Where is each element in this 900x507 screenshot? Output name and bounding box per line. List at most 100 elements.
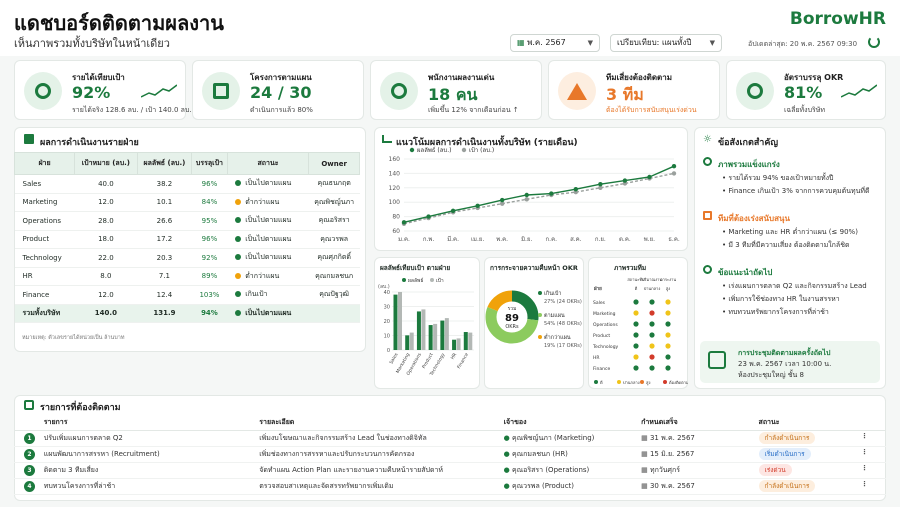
user-icon: ● [503,465,512,474]
more-options-icon[interactable]: ⋮ [861,464,868,472]
legend-value: 54% (48 OKRs) [544,321,582,327]
status-badge[interactable]: กำลังดำเนินการ [758,480,816,492]
status-dot [235,309,242,316]
actual-cell: 26.6 [137,211,192,231]
total-actual: 131.9 [137,304,192,323]
calendar-icon [708,351,726,369]
column-subheader: ปานกลาง [644,286,661,291]
kpi-card: พนักงานผลงานเด่น 18 คน เพิ่มขึ้น 12% จากเด… [370,60,542,120]
clipboard-icon [202,72,240,110]
insight-heading: ภาพรวมแข็งแกร่ง [718,160,780,169]
okr-donut-chart: รวม89OKRs เกินเป้า 27% (24 OKRs) ตามแผน 54% … [485,290,582,349]
column-header: บรรลุเป้า [191,152,228,175]
data-point [499,197,505,203]
task-row[interactable]: 2 แผนพัฒนาการสรรหา (Recruitment) เพิ่มช่อง… [14,446,886,463]
section-title: ผลการดำเนินงานรายฝ่าย [40,138,139,148]
bar [398,292,402,350]
meeting-where: ห้องประชุมใหญ่ ชั้น 8 [738,371,805,379]
column-subheader: สูง [666,286,670,292]
task-due: ทุกวันศุกร์ [649,465,680,474]
task-owner: คุณพิชญ์นภา (Marketing) [512,433,595,442]
status-badge[interactable]: เร่งด่วน [758,464,792,476]
chevron-down-icon: ▼ [587,39,593,47]
bar [440,320,445,350]
task-due: 30 พ.ค. 2567 [649,481,695,490]
row-label: Finance [593,366,610,372]
table-row: Sales 40.0 38.2 96% เป็นไปตามแผน คุณธนกฤต [14,174,360,194]
status-badge[interactable]: เริ่มดำเนินการ [758,448,811,460]
y-tick-label: 20 [384,319,390,325]
compare-select[interactable]: เปรียบเทียบ: แผนทั้งปี ▼ [610,34,722,52]
row-label: Sales [593,300,606,306]
status-dot [235,198,242,205]
dept-name: Product [14,230,75,249]
more-options-icon[interactable]: ⋮ [861,448,868,456]
follow-up-title: รายการที่ต้องติดตาม [40,403,121,413]
heat-cell [633,343,639,349]
pct-cell: 96% [191,230,228,249]
heat-cell [633,299,639,305]
column-header: รายการ [43,415,260,431]
chevron-down-icon: ▼ [709,39,715,47]
x-tick-label: เม.ย. [471,236,484,243]
y-tick-label: 160 [389,156,401,163]
refresh-icon[interactable] [868,36,880,48]
heat-cell [665,365,671,371]
target-icon [24,72,62,110]
task-status-cell: เริ่มดำเนินการ ⋮ [758,446,886,463]
donut-center-unit: OKRs [505,324,519,330]
pct-cell: 96% [191,174,228,194]
task-due-cell: ▦ 30 พ.ค. 2567 [641,478,759,495]
task-row[interactable]: 4 ทบทวนโครงการที่ล่าช้า ตรวจสอบสาเหตุและจั… [14,478,886,495]
more-options-icon[interactable]: ⋮ [861,480,868,488]
table-row: Finance 12.0 12.4 103% เกินเป้า คุณปัฐวุฒิ [14,285,360,305]
y-tick-label: 40 [384,290,390,296]
actual-cell: 17.2 [137,230,192,249]
status-label: ต่ำกว่าแผน [245,271,280,280]
task-row[interactable]: 3 ติดตาม 3 ทีมเสี่ยง จัดทำแผน Action Plan … [14,462,886,479]
more-options-icon[interactable]: ⋮ [861,432,868,440]
pct-cell: 95% [191,211,228,231]
status-cell: ต่ำกว่าแผน [227,267,309,286]
y-tick-label: 140 [389,170,401,177]
legend-marker [538,313,542,317]
user-icon: ● [503,481,512,490]
total-owner [308,304,360,323]
task-due-cell: ▦ ทุกวันศุกร์ [641,462,759,479]
task-number-cell: 1 [14,430,44,447]
table-row: Technology 22.0 20.3 92% เป็นไปตามแผน คุณศุภก… [14,248,360,268]
x-tick-label: พ.ค. [496,236,508,243]
trend-line-chart: 60 80 100 120 140 160 ม.ค. ก.พ. มี.ค. เม.ย. พ.ค. มิ… [389,146,680,243]
status-cell: เป็นไปตามแผน [227,230,309,249]
kpi-subtext: เพิ่มขึ้น 12% จากเดือนก่อน ↑ [428,106,519,114]
y-tick-label: 120 [389,185,401,192]
kpi-card: รายได้เทียบเป้า 92% รายได้จริง 128.6 ลบ. /… [14,60,192,120]
status-cell: เป็นไปตามแผน [227,248,309,268]
task-number: 2 [24,448,35,460]
task-row[interactable]: 1 ปรับเพิ่มแผนการตลาด Q2 เพิ่มงบโฆษณาและกิ… [14,430,886,447]
bar [456,338,461,350]
sparkline-line [141,84,177,98]
table-row: Product 18.0 17.2 96% เป็นไปตามแผน คุณวรพล [14,230,360,249]
calendar-icon: ▦ [641,481,650,490]
x-tick-label: ก.พ. [423,236,434,243]
heat-cell [633,365,639,371]
dept-name: Finance [14,285,75,305]
legend-label: ผลลัพธ์ (ลบ.) [417,146,451,154]
insight-bullet: • ทบทวนทรัพยากรโครงการที่ล่าช้า [722,307,829,318]
period-select[interactable]: ▦ พ.ค. 2567 ▼ [510,34,600,52]
legend-label: ต้องติดตาม [669,380,688,385]
kpi-value: 24 / 30 [250,83,312,102]
insight-heading: ทีมที่ต้องเร่งสนับสนุน [718,214,790,223]
heat-cell [649,343,655,349]
status-cell: เกินเป้า [227,285,309,305]
okr-chart-title: การกระจายความคืบหน้า OKR [490,264,578,272]
status-badge[interactable]: กำลังดำเนินการ [758,432,816,444]
task-due-cell: ▦ 31 พ.ค. 2567 [641,430,759,447]
owner-cell: คุณธนกฤต [308,174,360,194]
column-header: กำหนดเสร็จ [641,415,759,431]
check-circle-icon [703,157,712,166]
legend-marker [430,278,434,282]
clipboard-icon-glyph [213,83,229,99]
data-point [671,164,677,169]
